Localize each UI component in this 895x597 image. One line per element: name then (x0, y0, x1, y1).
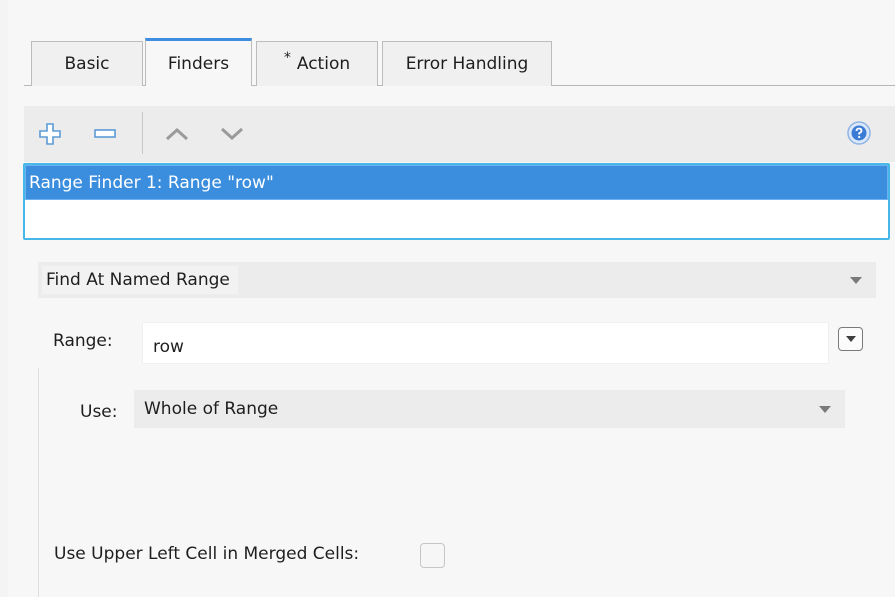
remove-icon[interactable] (91, 121, 119, 147)
range-input[interactable]: row (142, 322, 829, 364)
range-value: row (153, 337, 184, 357)
finder-list-item-label: Range Finder 1: Range "row" (29, 172, 274, 193)
dropdown-arrow-icon (845, 336, 856, 342)
finder-type-dropdown[interactable]: Find At Named Range (38, 262, 876, 298)
chevron-down-icon (819, 405, 831, 413)
merged-cells-label: Use Upper Left Cell in Merged Cells: (54, 544, 360, 564)
finder-type-value: Find At Named Range (42, 266, 238, 294)
help-icon[interactable] (846, 120, 872, 146)
tab-error-handling-label: Error Handling (405, 54, 529, 74)
chevron-down-icon (850, 276, 862, 284)
finders-toolbar (24, 106, 895, 162)
tab-error-handling[interactable]: Error Handling (382, 41, 552, 86)
finder-list-item[interactable]: Range Finder 1: Range "row" (25, 165, 888, 200)
section-divider (38, 368, 39, 597)
finders-panel (8, 0, 895, 597)
use-label: Use: (80, 402, 118, 422)
range-label: Range: (53, 331, 113, 351)
tab-basic-label: Basic (64, 54, 110, 74)
use-value: Whole of Range (144, 399, 279, 419)
merged-cells-checkbox[interactable] (420, 543, 445, 568)
modified-marker: * (283, 50, 291, 66)
tab-action-label: Action (296, 54, 351, 74)
move-down-icon[interactable] (218, 121, 246, 147)
tab-finders-label: Finders (167, 53, 230, 74)
toolbar-separator (142, 112, 143, 154)
tab-basic[interactable]: Basic (31, 41, 143, 86)
range-picker-button[interactable] (838, 327, 863, 351)
move-up-icon[interactable] (163, 121, 191, 147)
add-icon[interactable] (36, 121, 64, 147)
use-dropdown[interactable]: Whole of Range (134, 390, 845, 428)
tab-finders[interactable]: Finders (145, 38, 252, 86)
tab-action[interactable]: * Action (256, 41, 378, 86)
